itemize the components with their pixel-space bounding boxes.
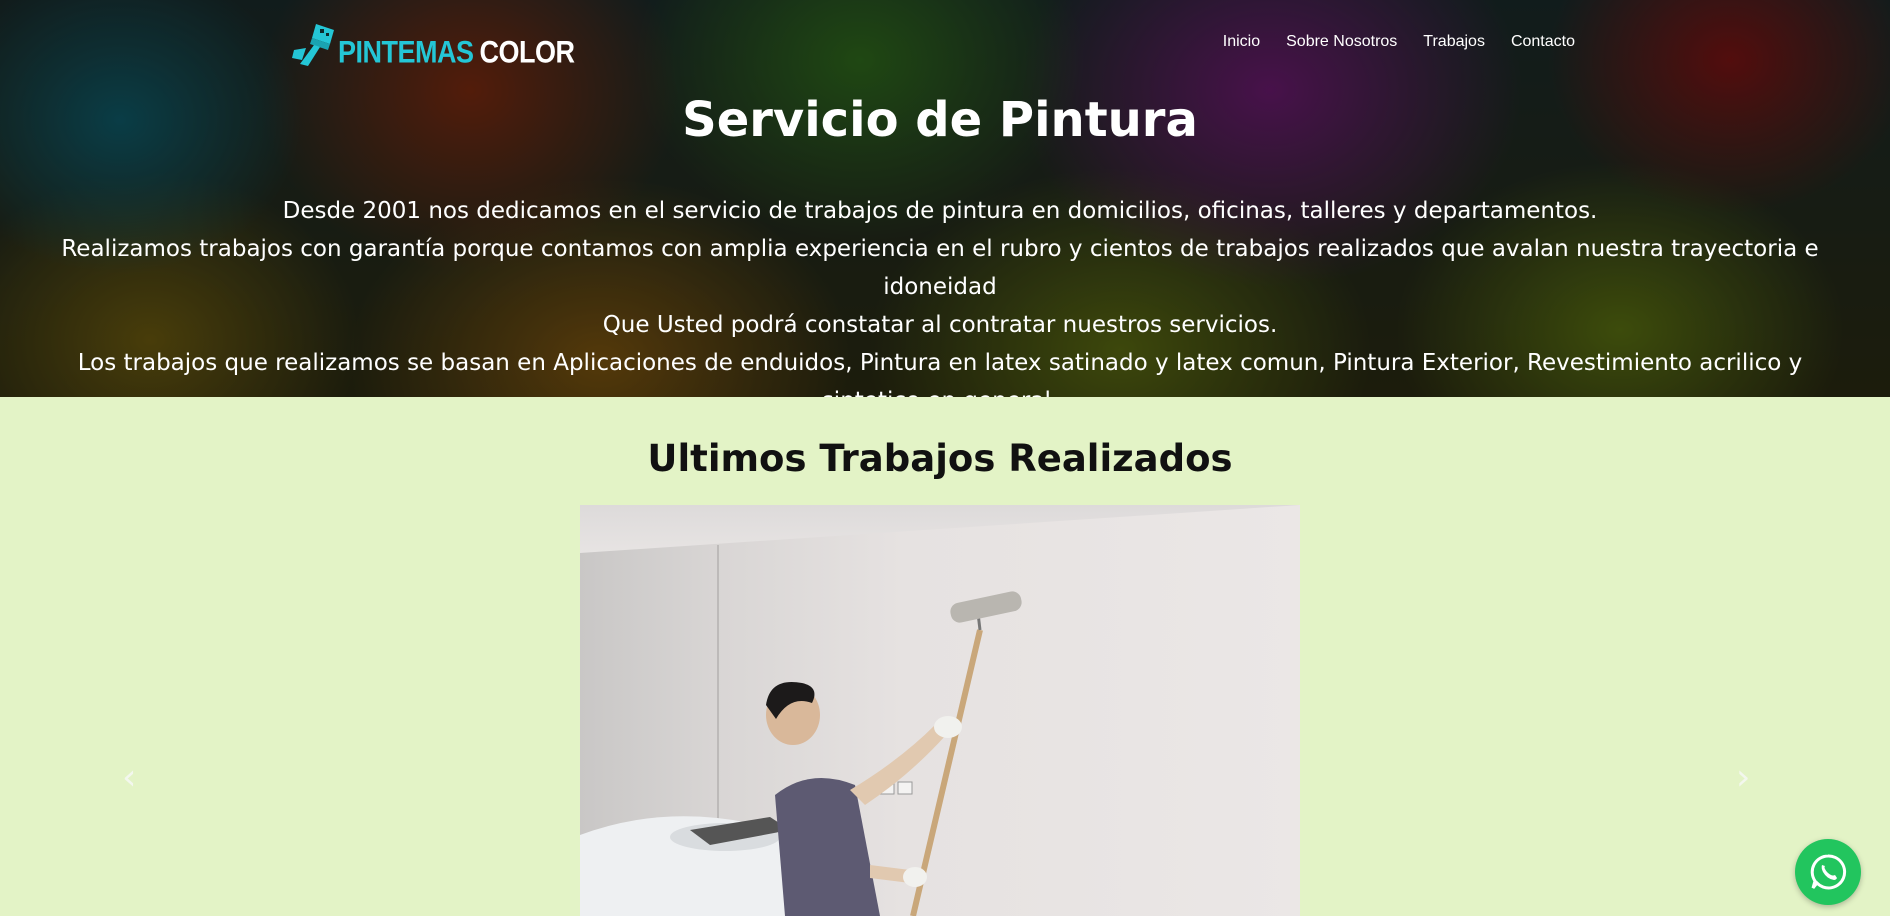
hero-line-1: Desde 2001 nos dedicamos en el servicio …	[282, 198, 1598, 224]
hero-line-3: Que Usted podrá constatar al contratar n…	[602, 312, 1278, 338]
nav-item-contacto[interactable]: Contacto	[1511, 33, 1575, 51]
whatsapp-button[interactable]	[1795, 839, 1861, 905]
painter-illustration	[580, 591, 1022, 916]
chevron-left-icon: ‹	[122, 757, 137, 798]
hero-banner: PINTEMAS COLOR Inicio Sobre Nosotros Trab…	[0, 0, 1890, 397]
nav-item-inicio[interactable]: Inicio	[1223, 33, 1260, 51]
hero-description: Desde 2001 nos dedicamos en el servicio …	[40, 192, 1840, 397]
main-nav: Inicio Sobre Nosotros Trabajos Contacto	[1223, 33, 1575, 51]
carousel-prev-button[interactable]: ‹	[122, 757, 136, 798]
site-logo[interactable]: PINTEMAS COLOR	[290, 14, 575, 70]
works-title: Ultimos Trabajos Realizados	[647, 437, 1233, 480]
carousel-next-button[interactable]: ›	[1736, 757, 1750, 798]
nav-item-sobre-nosotros[interactable]: Sobre Nosotros	[1286, 33, 1397, 51]
hero-line-2: Realizamos trabajos con garantía porque …	[61, 236, 1819, 300]
carousel-slide-image	[580, 505, 1300, 916]
chevron-right-icon: ›	[1736, 757, 1751, 798]
whatsapp-icon	[1810, 854, 1847, 890]
logo-text-primary: PINTEMAS	[338, 34, 474, 70]
nav-item-trabajos[interactable]: Trabajos	[1423, 33, 1485, 51]
hero-line-4: Los trabajos que realizamos se basan en …	[77, 350, 1803, 397]
logo-text: PINTEMAS COLOR	[338, 35, 575, 71]
hero-title: Servicio de Pintura	[682, 92, 1198, 148]
logo-text-secondary: COLOR	[479, 34, 576, 70]
